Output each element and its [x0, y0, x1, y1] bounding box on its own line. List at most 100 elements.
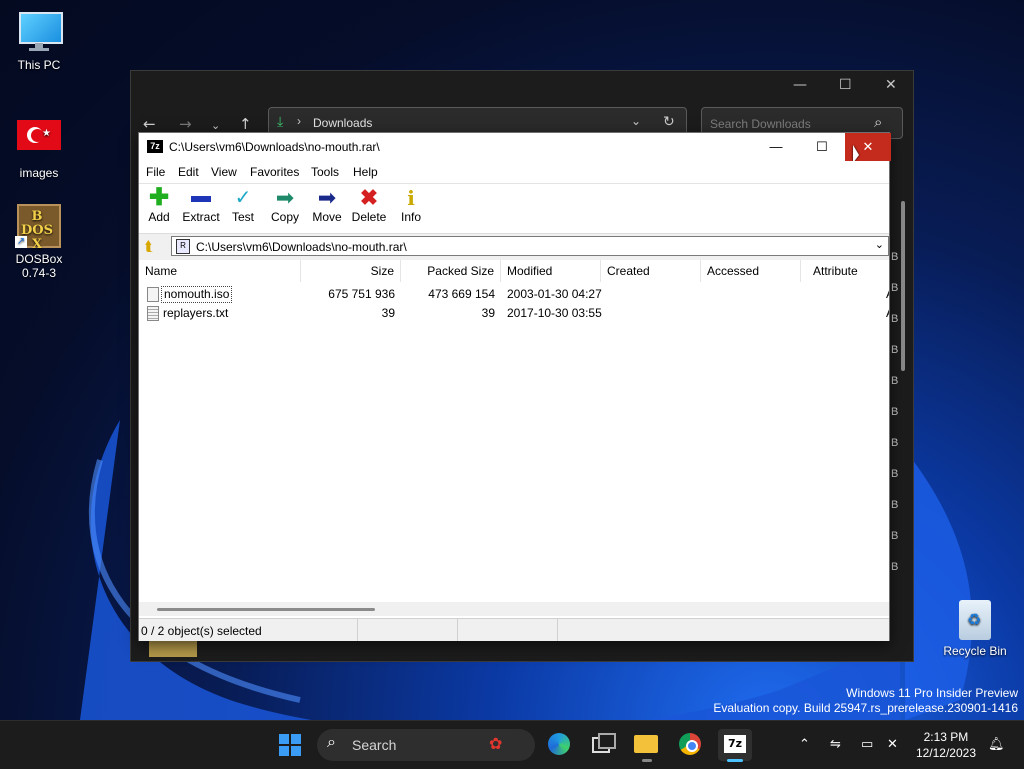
size-suffix: B: [891, 344, 899, 356]
add-button[interactable]: ✚ Add: [137, 184, 181, 225]
column-header-size[interactable]: Size: [301, 260, 401, 282]
scrollbar-thumb[interactable]: [157, 608, 375, 611]
taskbar-edge[interactable]: [543, 729, 577, 761]
size-suffix: B: [891, 561, 899, 573]
taskbar-7zip[interactable]: 7z: [718, 729, 752, 762]
title-bar[interactable]: 7z C:\Users\vm6\Downloads\no-mouth.rar\ …: [139, 133, 891, 163]
windows-logo-icon: [279, 734, 301, 756]
close-button[interactable]: ✕: [845, 133, 891, 161]
horizontal-scrollbar[interactable]: [139, 602, 889, 616]
copy-button[interactable]: ➡ Copy: [263, 185, 307, 225]
search-icon[interactable]: ⌕: [874, 114, 882, 131]
volume-muted-icon[interactable]: ✕: [887, 737, 898, 752]
close-icon[interactable]: ✕: [885, 77, 897, 93]
size-suffix: B: [891, 282, 899, 294]
maximize-button[interactable]: ☐: [799, 133, 845, 161]
file-attribute: A: [886, 285, 889, 304]
add-label: Add: [148, 210, 170, 224]
move-button[interactable]: ➡ Move: [305, 186, 349, 225]
size-suffix: B: [891, 375, 899, 387]
test-button[interactable]: ✓ Test: [221, 186, 265, 224]
status-segment: [357, 619, 458, 641]
status-bar: 0 / 2 object(s) selected: [139, 618, 889, 641]
watermark-line1: Windows 11 Pro Insider Preview: [846, 686, 1018, 700]
network-icon[interactable]: ⇋: [830, 737, 841, 752]
info-label: Info: [400, 210, 421, 224]
menu-edit[interactable]: Edit: [178, 165, 199, 179]
text-file-icon: [147, 306, 159, 321]
edge-icon: [548, 733, 570, 755]
forward-icon[interactable]: →: [179, 115, 192, 133]
copy-arrow-icon: ➡: [275, 185, 295, 210]
path-input[interactable]: R C:\Users\vm6\Downloads\no-mouth.rar\ ⌄: [171, 236, 889, 256]
plus-icon: ✚: [148, 184, 170, 211]
menu-file[interactable]: File: [146, 165, 165, 179]
disc-file-icon: [147, 287, 159, 302]
chevron-up-icon[interactable]: ⌃: [799, 737, 810, 752]
taskbar-file-explorer[interactable]: [630, 729, 664, 762]
column-header-accessed[interactable]: Accessed: [701, 260, 801, 282]
up-icon[interactable]: ↑: [239, 115, 252, 133]
refresh-icon[interactable]: ↻: [663, 113, 675, 130]
column-header-created[interactable]: Created: [601, 260, 701, 282]
display-icon[interactable]: ▭: [861, 737, 873, 752]
desktop-icon-recycle-bin[interactable]: ♻ Recycle Bin: [939, 596, 1011, 658]
7zip-window[interactable]: 7z C:\Users\vm6\Downloads\no-mouth.rar\ …: [137, 132, 891, 641]
column-header-name[interactable]: Name: [139, 260, 301, 282]
extract-button[interactable]: Extract: [179, 186, 223, 224]
search-icon: ⌕: [327, 734, 336, 751]
breadcrumb-downloads[interactable]: Downloads: [313, 116, 372, 130]
desktop-icon-images[interactable]: ★ images: [3, 118, 75, 180]
file-list: Name Size Packed Size Modified Created A…: [139, 260, 889, 602]
info-button[interactable]: i Info: [389, 186, 433, 224]
menu-bar: File Edit View Favorites Tools Help: [139, 161, 889, 184]
window-title: C:\Users\vm6\Downloads\no-mouth.rar\: [169, 140, 380, 154]
desktop-icon-label: This PC: [17, 58, 61, 72]
taskbar-chrome[interactable]: [674, 729, 708, 761]
file-name: replayers.txt: [163, 306, 229, 320]
taskbar-search-label: Search: [352, 737, 397, 753]
clock[interactable]: 2:13 PM 12/12/2023: [916, 729, 976, 761]
folder-up-icon[interactable]: ⮬: [145, 238, 161, 254]
explorer-scrollbar[interactable]: [901, 201, 905, 371]
chevron-down-icon[interactable]: ⌄: [875, 238, 884, 251]
chevron-down-icon[interactable]: ⌄: [211, 119, 220, 132]
desktop-icon-dosbox[interactable]: B DOS X ↗ DOSBox 0.74-3: [3, 204, 75, 280]
table-row[interactable]: nomouth.iso 675 751 936 473 669 154 2003…: [139, 285, 889, 304]
7zip-icon: 7z: [147, 140, 163, 153]
menu-tools[interactable]: Tools: [311, 165, 339, 179]
menu-favorites[interactable]: Favorites: [250, 165, 299, 179]
column-header-packed-size[interactable]: Packed Size: [401, 260, 501, 282]
size-suffix: B: [891, 313, 899, 325]
notification-bell-icon[interactable]: 🔔︎: [988, 737, 1005, 752]
explorer-search-input[interactable]: Search Downloads: [710, 117, 811, 131]
column-header-attribute[interactable]: Attribute: [801, 260, 889, 282]
taskbar: ⌕ Search ✿ 7z ⌃ ⇋ ▭ ✕ 2:13 PM 12/12/2023…: [0, 720, 1024, 769]
breadcrumb-chevron-icon: ›: [297, 114, 301, 128]
path-bar: ⮬ R C:\Users\vm6\Downloads\no-mouth.rar\…: [139, 233, 889, 261]
file-size: 675 751 936: [328, 287, 395, 301]
file-attribute: A: [886, 304, 889, 323]
delete-label: Delete: [351, 210, 387, 224]
desktop-icon-this-pc[interactable]: This PC: [3, 10, 75, 72]
copy-label: Copy: [270, 210, 299, 224]
delete-button[interactable]: ✖ Delete: [347, 186, 391, 225]
path-value: C:\Users\vm6\Downloads\no-mouth.rar\: [196, 240, 407, 254]
turkey-flag-icon: ★: [17, 118, 61, 162]
maximize-icon[interactable]: ☐: [839, 77, 852, 93]
back-icon[interactable]: ←: [143, 115, 156, 133]
menu-help[interactable]: Help: [353, 165, 378, 179]
taskbar-task-view[interactable]: [586, 729, 620, 761]
chevron-down-icon[interactable]: ⌄: [631, 114, 641, 128]
start-button[interactable]: [274, 729, 308, 761]
search-highlight-icon: ✿: [489, 736, 503, 753]
taskbar-search[interactable]: ⌕ Search ✿: [317, 729, 535, 761]
menu-view[interactable]: View: [211, 165, 237, 179]
column-header-modified[interactable]: Modified: [501, 260, 601, 282]
info-icon: i: [407, 186, 415, 210]
table-row[interactable]: replayers.txt 39 39 2017-10-30 03:55 A: [139, 304, 889, 323]
size-suffix: B: [891, 530, 899, 542]
minimize-icon[interactable]: —: [793, 77, 807, 93]
file-packed-size: 39: [481, 306, 495, 320]
minimize-button[interactable]: —: [753, 133, 799, 161]
